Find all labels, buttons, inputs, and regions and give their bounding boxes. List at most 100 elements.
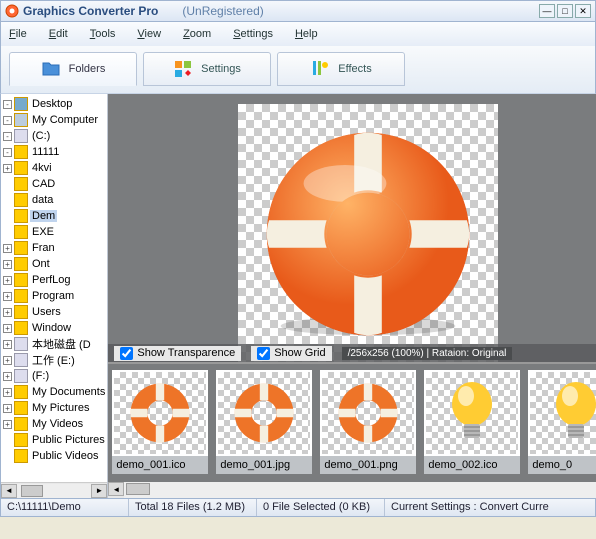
tree-node[interactable]: + My Documents [1, 384, 107, 400]
status-file-count: Total 18 Files (1.2 MB) [129, 499, 257, 516]
tree-node[interactable]: data [1, 192, 107, 208]
app-title: Graphics Converter Pro [23, 4, 158, 18]
expand-toggle[interactable]: + [3, 308, 12, 317]
folder-icon [14, 177, 28, 191]
tree-node[interactable]: EXE [1, 224, 107, 240]
settings-icon [173, 59, 193, 80]
tree-node[interactable]: Public Videos [1, 448, 107, 464]
scroll-thumb[interactable] [21, 485, 43, 497]
menu-edit[interactable]: Edit [49, 28, 68, 40]
expand-toggle[interactable]: + [3, 292, 12, 301]
tree-label: 工作 (E:) [30, 352, 77, 368]
tree-node[interactable]: -My Computer [1, 112, 107, 128]
tree-node[interactable]: -(C:) [1, 128, 107, 144]
tree-node[interactable]: - Desktop [1, 96, 107, 112]
thumbnail[interactable]: demo_001.ico [112, 370, 208, 480]
tree-node[interactable]: -11111 [1, 144, 107, 160]
tree-node[interactable]: +PerfLog [1, 272, 107, 288]
folder-icon [14, 305, 28, 319]
tree-node[interactable]: +Ont [1, 256, 107, 272]
expand-toggle[interactable]: + [3, 404, 12, 413]
scroll-left-button[interactable]: ◄ [108, 482, 124, 496]
folder-icon [41, 59, 61, 80]
scroll-left-button[interactable]: ◄ [1, 484, 17, 498]
show-grid-checkbox[interactable]: Show Grid [251, 346, 331, 361]
tab-effects[interactable]: Effects [277, 52, 405, 86]
drive-icon [14, 353, 28, 367]
expand-toggle[interactable]: - [3, 116, 12, 125]
menu-view[interactable]: View [137, 28, 161, 40]
preview-image [238, 104, 498, 362]
tab-folders[interactable]: Folders [9, 52, 137, 86]
tree-label: Desktop [30, 98, 74, 110]
menu-tools[interactable]: Tools [90, 28, 116, 40]
tree-node[interactable]: + 工作 (E:) [1, 352, 107, 368]
tree-label: My Documents [30, 386, 107, 398]
show-transparence-checkbox[interactable]: Show Transparence [114, 346, 241, 361]
tree-label: My Videos [30, 418, 85, 430]
expand-toggle[interactable]: - [3, 132, 12, 141]
tree-label: Fran [30, 242, 57, 254]
scroll-right-button[interactable]: ► [91, 484, 107, 498]
expand-toggle[interactable]: - [3, 100, 12, 109]
tree-label: Dem [30, 210, 57, 222]
expand-toggle[interactable]: + [3, 164, 12, 173]
statusbar: C:\11111\Demo Total 18 Files (1.2 MB) 0 … [0, 498, 596, 517]
scroll-track[interactable] [17, 484, 91, 498]
expand-toggle[interactable]: - [3, 148, 12, 157]
thumbnail[interactable]: demo_001.png [320, 370, 416, 480]
menu-help[interactable]: Help [295, 28, 318, 40]
minimize-button[interactable]: — [539, 4, 555, 18]
tree-node[interactable]: CAD [1, 176, 107, 192]
tree-node[interactable]: +4kvi [1, 160, 107, 176]
tree-node[interactable]: + My Videos [1, 416, 107, 432]
tree-node[interactable]: Public Pictures [1, 432, 107, 448]
folder-icon [14, 321, 28, 335]
expand-toggle[interactable]: + [3, 356, 12, 365]
tab-settings[interactable]: Settings [143, 52, 271, 86]
thumbs-hscroll[interactable]: ◄ ► [108, 482, 596, 498]
tree-label: Users [30, 306, 63, 318]
folder-tree[interactable]: - Desktop -My Computer-(C:)-11111+4kviCADd… [1, 94, 107, 482]
menu-settings[interactable]: Settings [233, 28, 273, 40]
preview-info: /256x256 (100%) | Rataion: Original [342, 347, 513, 360]
folder-icon [14, 241, 28, 255]
menu-zoom[interactable]: Zoom [183, 28, 211, 40]
drive-icon [14, 337, 28, 351]
thumbnail[interactable]: demo_002.ico [424, 370, 520, 480]
folder-icon [14, 209, 28, 223]
scroll-thumb[interactable] [126, 483, 150, 495]
tree-node[interactable]: +(F:) [1, 368, 107, 384]
thumbnail-image [424, 370, 520, 456]
tree-node[interactable]: +Program [1, 288, 107, 304]
thumbnail-image [320, 370, 416, 456]
expand-toggle[interactable]: + [3, 340, 12, 349]
expand-toggle[interactable]: + [3, 420, 12, 429]
folder-icon [14, 225, 28, 239]
expand-toggle[interactable]: + [3, 324, 12, 333]
tree-node[interactable]: Dem [1, 208, 107, 224]
folder-icon [14, 401, 28, 415]
expand-toggle[interactable]: + [3, 388, 12, 397]
thumbnail-image [216, 370, 312, 456]
thumbnail[interactable]: demo_001.jpg [216, 370, 312, 480]
expand-toggle[interactable]: + [3, 244, 12, 253]
maximize-button[interactable]: □ [557, 4, 573, 18]
status-settings: Current Settings : Convert Curre [385, 499, 595, 516]
tree-node[interactable]: +Window [1, 320, 107, 336]
tree-node[interactable]: +My Pictures [1, 400, 107, 416]
tree-node[interactable]: + Users [1, 304, 107, 320]
expand-toggle[interactable]: + [3, 372, 12, 381]
thumbnail-caption: demo_002.ico [424, 456, 520, 474]
close-button[interactable]: ✕ [575, 4, 591, 18]
expand-toggle[interactable]: + [3, 260, 12, 269]
effects-icon [310, 59, 330, 80]
expand-toggle[interactable]: + [3, 276, 12, 285]
thumbnail[interactable]: demo_0 [528, 370, 596, 480]
menu-file[interactable]: File [9, 28, 27, 40]
folder-icon [14, 161, 28, 175]
tree-node[interactable]: + Fran [1, 240, 107, 256]
sidebar-hscroll[interactable]: ◄ ► [1, 482, 107, 498]
tree-node[interactable]: +本地磁盘 (D [1, 336, 107, 352]
scroll-track[interactable] [124, 482, 596, 498]
